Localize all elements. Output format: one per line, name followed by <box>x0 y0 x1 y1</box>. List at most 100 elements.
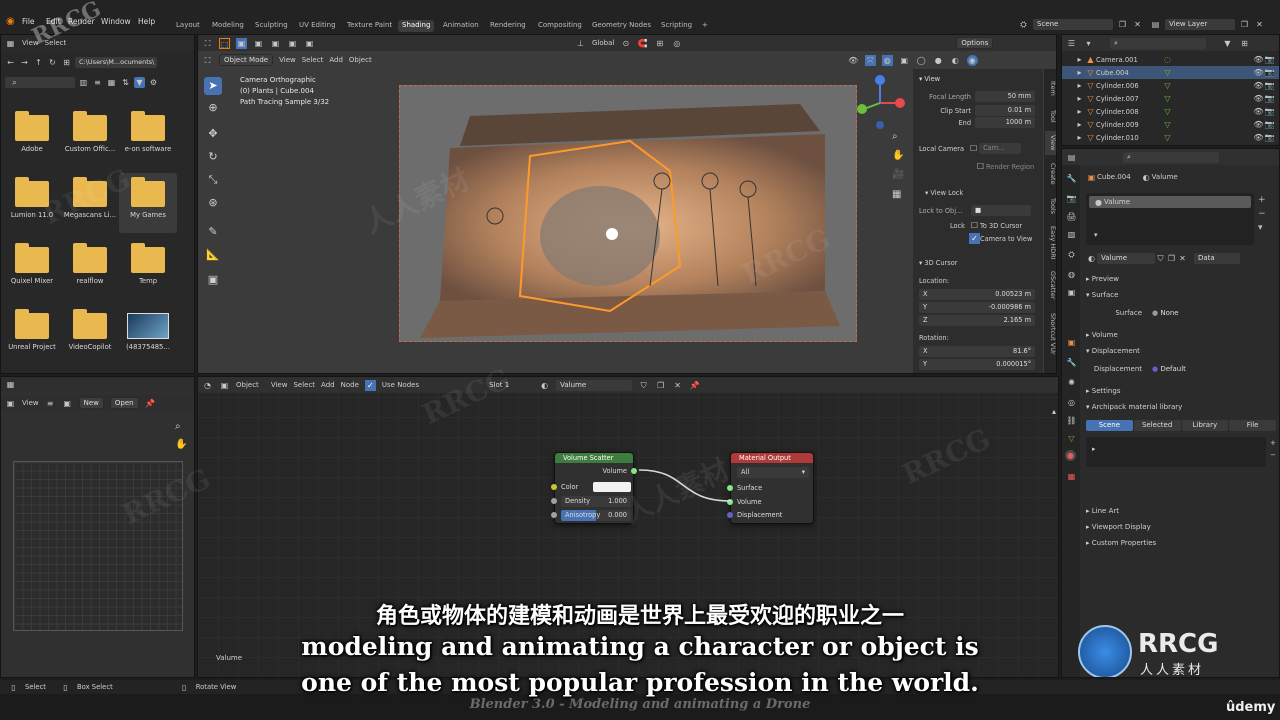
editor-type-icon[interactable]: ▦ <box>5 379 16 390</box>
folder-item[interactable]: Quixel Mixer <box>3 239 61 299</box>
custom-properties-panel-header[interactable]: ▸ Custom Properties <box>1086 537 1273 549</box>
refresh-icon[interactable]: ↻ <box>47 57 58 68</box>
visibility-icon[interactable]: 👁 <box>1253 106 1264 117</box>
outliner-row[interactable]: ▸ ▽ Cylinder.008 ▽ 👁 📷 <box>1062 105 1279 118</box>
lock-object-field[interactable]: ■ <box>971 205 1031 216</box>
clip-end-field[interactable]: 1000 m <box>975 117 1035 128</box>
material-field[interactable]: Valume <box>1097 252 1155 264</box>
close-icon[interactable]: ✕ <box>1177 253 1188 264</box>
lib-tab-library[interactable]: Library <box>1181 419 1229 431</box>
visibility-icon[interactable]: 👁 <box>1253 93 1264 104</box>
lib-tab-scene[interactable]: Scene <box>1086 419 1133 431</box>
scroll-up-icon[interactable]: ▴ <box>1052 407 1056 416</box>
view-lock-section-header[interactable]: ▾ View Lock <box>919 187 1037 198</box>
zoom-icon[interactable]: ⌕ <box>175 421 181 432</box>
tab-geometry-nodes[interactable]: Geometry Nodes <box>588 20 655 32</box>
link-data-select[interactable]: Data <box>1194 252 1240 264</box>
display-mode-icon[interactable]: ▾ <box>1083 38 1094 49</box>
tab-tools[interactable]: Tools <box>1045 193 1056 219</box>
select-tool-icon[interactable]: ➤ <box>204 77 222 95</box>
render-visibility-icon[interactable]: 📷 <box>1264 54 1275 65</box>
object-tab-icon[interactable]: ▣ <box>1066 337 1077 348</box>
folder-item[interactable]: realflow <box>61 239 119 299</box>
navigation-gizmo[interactable] <box>854 73 906 133</box>
focal-length-field[interactable]: 50 mm <box>975 91 1035 102</box>
view-section-header[interactable]: ▾ View <box>919 73 1037 84</box>
expand-icon[interactable]: ▸ <box>1074 132 1085 143</box>
folder-item[interactable]: Adobe <box>3 107 61 167</box>
add-slot-icon[interactable]: + <box>1258 193 1266 207</box>
overlay-icon[interactable]: ◍ <box>881 54 893 66</box>
viewport-panel[interactable]: ⛶ ⬚ ▣ ▣ ▣ ▣ ▣ ⊥ Global ⊙ 🧲 ⊞ ◎ Options ⛶… <box>197 34 1057 374</box>
expand-icon[interactable]: ▸ <box>1074 106 1085 117</box>
folder-item[interactable]: Temp <box>119 239 177 299</box>
lib-tab-selected[interactable]: Selected <box>1133 419 1181 431</box>
xray-icon[interactable]: ▣ <box>899 55 910 66</box>
filter-icon[interactable]: ▼ <box>1222 38 1233 49</box>
cursor-rx-field[interactable]: X 81.6° <box>919 346 1035 357</box>
tab-shading[interactable]: Shading <box>398 20 435 32</box>
measure-tool-icon[interactable]: 📐 <box>204 246 222 264</box>
camera-frame[interactable] <box>399 85 857 342</box>
outliner-row[interactable]: ▸ ▽ Cylinder.009 ▽ 👁 📷 <box>1062 118 1279 131</box>
shield-icon[interactable]: ⛉ <box>1155 253 1166 264</box>
tab-create[interactable]: Create <box>1045 159 1056 189</box>
options-button[interactable]: Options <box>956 37 994 49</box>
ortho-grid-icon[interactable]: ▦ <box>892 189 901 200</box>
expand-icon[interactable]: ▸ <box>1092 445 1096 453</box>
hand-icon[interactable]: ✋ <box>892 150 904 161</box>
tab-easy-hdri[interactable]: Easy HDRI <box>1045 223 1056 263</box>
settings-panel-header[interactable]: ▸ Settings <box>1086 385 1273 397</box>
expand-icon[interactable]: ▸ <box>1074 80 1085 91</box>
annotate-tool-icon[interactable]: ✎ <box>204 223 222 241</box>
tab-layout[interactable]: Layout <box>172 20 204 32</box>
add-cube-tool-icon[interactable]: ▣ <box>204 271 222 289</box>
constraints-tab-icon[interactable]: ⛓ <box>1066 415 1077 426</box>
visibility-icon[interactable]: 👁 <box>1253 54 1264 65</box>
data-tab-icon[interactable]: ▽ <box>1066 433 1077 444</box>
expand-icon[interactable]: ▸ <box>1074 119 1085 130</box>
specials-icon[interactable]: ▾ <box>1258 221 1266 235</box>
filter-icon[interactable]: ▼ <box>134 77 145 88</box>
tool-tab-icon[interactable]: 🔧 <box>1066 173 1077 184</box>
displacement-select[interactable]: ● Default <box>1148 363 1238 375</box>
expand-icon[interactable]: ▸ <box>1074 67 1085 78</box>
vp-menu-add[interactable]: Add <box>329 56 343 64</box>
gear-icon[interactable]: ⚙ <box>148 77 159 88</box>
output-tab-icon[interactable]: 🖨 <box>1066 211 1077 222</box>
transform-orientation-icon[interactable]: ⊥ <box>575 38 586 49</box>
render-visibility-icon[interactable]: 📷 <box>1264 119 1275 130</box>
outliner-icon[interactable]: ☰ <box>1066 38 1077 49</box>
render-visibility-icon[interactable]: 📷 <box>1264 106 1275 117</box>
tab-compositing[interactable]: Compositing <box>534 20 586 32</box>
render-visibility-icon[interactable]: 📷 <box>1264 93 1275 104</box>
tab-scripting[interactable]: Scripting <box>657 20 696 32</box>
search-input[interactable]: ⌕ <box>1123 151 1219 163</box>
view-layer-tab-icon[interactable]: ▧ <box>1066 229 1077 240</box>
expand-icon[interactable]: ▸ <box>1074 93 1085 104</box>
expand-icon[interactable]: ▸ <box>1074 54 1085 65</box>
render-tab-icon[interactable]: 📷 <box>1066 193 1077 204</box>
open-image-button[interactable]: Open <box>109 397 139 409</box>
cursor-z-field[interactable]: Z 2.165 m <box>919 315 1035 326</box>
copy-layer-icon[interactable]: ❐ <box>1239 19 1250 30</box>
ie-menu-view[interactable]: View <box>22 399 39 407</box>
render-visibility-icon[interactable]: 📷 <box>1264 80 1275 91</box>
tab-shortcut-vur[interactable]: Shortcut VUr <box>1045 309 1056 359</box>
editor-type-icon[interactable]: ⛶ <box>202 55 213 66</box>
menu-help[interactable]: Help <box>138 17 155 29</box>
tab-uv-editing[interactable]: UV Editing <box>295 20 340 32</box>
tab-rendering[interactable]: Rendering <box>486 20 530 32</box>
grid-view-icon[interactable]: ▦ <box>106 77 117 88</box>
visibility-icon[interactable]: 👁 <box>1253 132 1264 143</box>
vp-menu-select[interactable]: Select <box>302 56 324 64</box>
back-arrow-icon[interactable]: ← <box>5 57 16 68</box>
properties-icon[interactable]: ▤ <box>1066 152 1077 163</box>
material-slot-item[interactable]: ● Valume <box>1089 196 1251 208</box>
transform-tool-icon[interactable]: ⊛ <box>204 194 222 212</box>
new-image-button[interactable]: New <box>78 397 104 409</box>
outliner-row[interactable]: ▸ ▽ Cylinder.006 ▽ 👁 📷 <box>1062 79 1279 92</box>
view-layer-field[interactable]: View Layer <box>1165 18 1235 30</box>
list-view-icon[interactable]: ≡ <box>92 77 103 88</box>
visibility-icon[interactable]: 👁 <box>848 55 859 66</box>
